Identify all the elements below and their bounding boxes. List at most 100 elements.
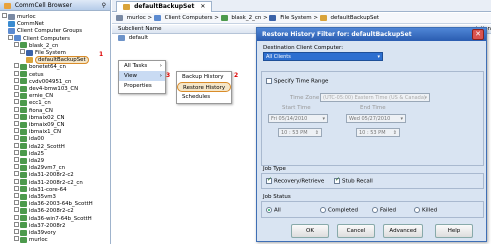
status-completed-radio[interactable]: Completed bbox=[320, 207, 358, 214]
time-zone-select[interactable]: (UTC-05:00) Eastern Time (US & Canada) ▾ bbox=[320, 93, 430, 102]
ok-button[interactable]: OK bbox=[291, 224, 329, 238]
expand-icon[interactable] bbox=[14, 142, 19, 148]
tree-item[interactable]: murloc bbox=[0, 236, 48, 244]
specify-time-range-checkbox[interactable]: Specify Time Range bbox=[266, 78, 328, 85]
radio-label: Killed bbox=[422, 207, 438, 214]
expand-icon[interactable] bbox=[14, 236, 19, 242]
tab-strip: defaultBackupSet ✕ bbox=[112, 0, 491, 12]
expand-icon[interactable] bbox=[14, 185, 19, 191]
pin-icon[interactable]: ⚲ bbox=[102, 0, 106, 11]
collapse-icon[interactable] bbox=[14, 41, 19, 47]
expand-icon[interactable] bbox=[14, 207, 19, 213]
end-time-spinner[interactable]: 10 : 53 PM ⇕ bbox=[356, 128, 400, 137]
dialog-titlebar[interactable]: Restore History Filter for: defaultBacku… bbox=[257, 28, 486, 41]
dest-label: Destination Client Computer: bbox=[263, 45, 344, 51]
menu-item-all-tasks[interactable]: All Tasks › bbox=[119, 61, 165, 71]
status-failed-radio[interactable]: Failed bbox=[372, 207, 396, 214]
computer-icon bbox=[20, 121, 27, 128]
menu-item-view[interactable]: View › bbox=[119, 71, 165, 81]
dest-client-select[interactable]: All Clients ▾ bbox=[263, 52, 383, 61]
computer-icon bbox=[20, 143, 27, 150]
start-date-field[interactable]: Fri 05/14/2010 ▾ bbox=[268, 114, 328, 123]
expand-icon[interactable] bbox=[14, 121, 19, 126]
status-killed-radio[interactable]: Killed bbox=[414, 207, 437, 214]
time-zone-value: (UTC-05:00) Eastern Time (US & Canada) bbox=[323, 95, 426, 101]
expand-icon[interactable] bbox=[14, 157, 19, 162]
computer-icon bbox=[220, 14, 228, 21]
expand-icon[interactable] bbox=[14, 63, 19, 69]
checkbox-box bbox=[266, 78, 272, 84]
expand-icon[interactable] bbox=[14, 164, 19, 170]
view-submenu: Backup History Restore History Schedules bbox=[176, 71, 232, 104]
computer-icon bbox=[20, 71, 27, 78]
tree-item-label: cetus bbox=[29, 71, 44, 78]
start-time-spinner[interactable]: 10 : 53 PM ⇕ bbox=[278, 128, 322, 137]
computer-icon bbox=[20, 150, 27, 157]
job-status-group: All Completed Failed Killed bbox=[261, 201, 484, 218]
collapse-icon[interactable] bbox=[2, 13, 7, 18]
expand-icon[interactable] bbox=[14, 85, 19, 90]
expand-icon[interactable] bbox=[14, 221, 19, 227]
dialog-title: Restore History Filter for: defaultBacku… bbox=[262, 31, 412, 38]
computer-icon bbox=[20, 78, 27, 85]
menu-item-properties[interactable]: Properties bbox=[119, 81, 165, 91]
expand-icon[interactable] bbox=[14, 214, 19, 220]
expand-icon[interactable] bbox=[14, 193, 19, 198]
tree-item-label: ida00 bbox=[29, 136, 45, 143]
expand-icon[interactable] bbox=[14, 171, 19, 177]
computer-icon bbox=[20, 114, 27, 121]
checkbox-label: Specify Time Range bbox=[274, 78, 329, 85]
spinner-icon: ⇕ bbox=[392, 130, 397, 136]
submenu-backup-history[interactable]: Backup History bbox=[177, 72, 231, 82]
tree-item-label: Client Computers bbox=[23, 35, 70, 42]
status-all-radio[interactable]: All bbox=[266, 207, 281, 214]
computer-icon bbox=[20, 92, 27, 99]
advanced-button[interactable]: Advanced bbox=[383, 224, 423, 238]
tree-item-label: ernie_CN bbox=[29, 93, 54, 100]
submenu-arrow-icon: › bbox=[159, 63, 162, 69]
tree-item-label: File System bbox=[35, 50, 66, 56]
expand-icon[interactable] bbox=[14, 229, 19, 234]
time-zone-label: Time Zone bbox=[290, 95, 320, 101]
tree-item-label: ida35vm3 bbox=[29, 194, 56, 200]
tree-item-label: ida36-2003-64b_ScottH bbox=[29, 201, 93, 208]
submenu-restore-history[interactable]: Restore History bbox=[177, 82, 231, 92]
tab-default-backup-set[interactable]: defaultBackupSet ✕ bbox=[116, 1, 213, 12]
collapse-icon[interactable] bbox=[8, 34, 13, 40]
computer-icon bbox=[20, 128, 27, 135]
expand-icon[interactable] bbox=[14, 92, 19, 98]
expand-icon[interactable] bbox=[14, 178, 19, 184]
breadcrumb-item-2[interactable]: blask_2_cn bbox=[231, 15, 261, 21]
server-icon bbox=[116, 14, 123, 21]
expand-icon[interactable] bbox=[14, 106, 19, 112]
expand-icon[interactable] bbox=[14, 70, 19, 76]
cancel-button[interactable]: Cancel bbox=[337, 224, 375, 238]
recovery-retrieve-checkbox[interactable]: Recovery/Retrieve bbox=[266, 176, 324, 185]
expand-icon[interactable] bbox=[14, 135, 19, 141]
breadcrumb-item-0[interactable]: murloc bbox=[127, 15, 146, 21]
expand-icon[interactable] bbox=[14, 149, 19, 155]
expand-icon[interactable] bbox=[14, 128, 19, 134]
close-icon[interactable]: ✕ bbox=[472, 29, 484, 40]
computer-icon bbox=[20, 222, 27, 229]
end-date-field[interactable]: Wed 05/27/2010 ▾ bbox=[346, 114, 406, 123]
expand-icon[interactable] bbox=[14, 99, 19, 105]
computer-icon bbox=[20, 171, 27, 178]
expand-icon[interactable] bbox=[14, 77, 19, 83]
computer-icon bbox=[20, 193, 27, 200]
group-icon bbox=[14, 35, 21, 42]
start-time-value: 10 : 53 PM bbox=[281, 130, 308, 136]
breadcrumb-item-4[interactable]: defaultBackupSet bbox=[331, 15, 380, 21]
radio-label: All bbox=[274, 207, 281, 214]
breadcrumb-item-1[interactable]: Client Computers bbox=[165, 15, 213, 21]
expand-icon[interactable] bbox=[14, 200, 19, 206]
radio-dot bbox=[320, 207, 326, 213]
help-button[interactable]: Help bbox=[435, 224, 473, 238]
collapse-icon[interactable] bbox=[20, 49, 25, 54]
expand-icon[interactable] bbox=[14, 113, 19, 119]
close-tab-icon[interactable]: ✕ bbox=[200, 3, 205, 10]
submenu-schedules[interactable]: Schedules bbox=[177, 92, 231, 102]
breadcrumb-item-3[interactable]: File System bbox=[280, 15, 311, 21]
menu-item-label: View bbox=[124, 73, 138, 79]
stub-recall-checkbox[interactable]: Stub Recall bbox=[334, 176, 373, 185]
